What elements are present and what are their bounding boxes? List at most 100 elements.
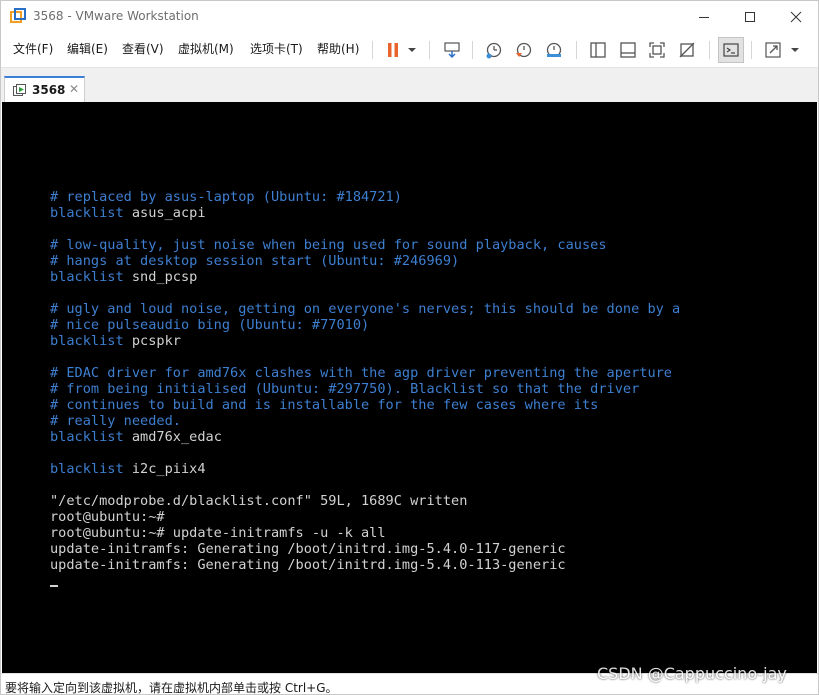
terminal-line: update-initramfs: Generating /boot/initr… <box>50 541 680 557</box>
watermark: CSDN @Cappuccino-jay <box>597 664 787 683</box>
console-view-button[interactable] <box>718 37 744 63</box>
terminal-keyword: blacklist <box>50 461 124 477</box>
terminal-comment: # really needed. <box>50 413 181 429</box>
terminal-line: # really needed. <box>50 413 680 429</box>
title-bar: 3568 - VMware Workstation <box>1 1 818 32</box>
terminal-line: # hangs at desktop session start (Ubuntu… <box>50 253 680 269</box>
status-message: 要将输入定向到该虚拟机，请在虚拟机内部单击或按 Ctrl+G。 <box>5 681 338 695</box>
terminal-text: "/etc/modprobe.d/blacklist.conf" 59L, 16… <box>50 493 468 509</box>
chevron-down-icon <box>790 47 800 53</box>
toolbar-separator <box>576 41 577 59</box>
terminal-comment: # ugly and loud noise, getting on everyo… <box>50 301 681 317</box>
keyboard-icon <box>443 41 461 59</box>
terminal-keyword: blacklist <box>50 333 124 349</box>
revert-snapshot-icon <box>515 41 533 59</box>
terminal-keyword: blacklist <box>50 269 124 285</box>
terminal-comment: # low-quality, just noise when being use… <box>50 237 607 253</box>
tab-label: 3568 <box>32 83 66 97</box>
snapshot-icon <box>485 41 503 59</box>
stretch-guest-button[interactable] <box>760 37 786 63</box>
terminal-line: # replaced by asus-laptop (Ubuntu: #1847… <box>50 189 680 205</box>
terminal-text: update-initramfs: Generating /boot/initr… <box>50 541 566 557</box>
toolbar-separator <box>372 41 373 59</box>
terminal-text: snd_pcsp <box>123 269 198 285</box>
show-library-button[interactable] <box>585 37 611 63</box>
terminal-keyword: blacklist <box>50 205 124 221</box>
toolbar-separator <box>472 41 473 59</box>
toolbar-separator <box>429 41 430 59</box>
stretch-dropdown-button[interactable] <box>785 37 805 63</box>
terminal-comment: # nice pulseaudio bing (Ubuntu: #77010) <box>50 317 370 333</box>
terminal-line: update-initramfs: Generating /boot/initr… <box>50 557 680 573</box>
pause-icon <box>385 41 401 59</box>
close-icon <box>790 11 802 23</box>
snapshot-manager-icon <box>545 41 563 59</box>
terminal-keyword: blacklist <box>50 429 124 445</box>
terminal-line: blacklist asus_acpi <box>50 205 680 221</box>
terminal-line: blacklist pcspkr <box>50 333 680 349</box>
terminal-text: update-initramfs: Generating /boot/initr… <box>50 557 566 573</box>
terminal-line: # continues to build and is installable … <box>50 397 680 413</box>
terminal-comment: # EDAC driver for amd76x clashes with th… <box>50 365 672 381</box>
terminal-text: pcspkr <box>123 333 181 349</box>
terminal-line: # EDAC driver for amd76x clashes with th… <box>50 365 680 381</box>
terminal-text: root@ubuntu:~# <box>50 509 165 525</box>
full-screen-button[interactable] <box>644 37 670 63</box>
stretch-icon <box>764 41 782 59</box>
close-button[interactable] <box>773 1 819 32</box>
revert-snapshot-button[interactable] <box>511 37 537 63</box>
toolbar-separator <box>709 41 710 59</box>
menu-edit[interactable]: 编辑(E) <box>67 41 108 57</box>
terminal-text: root@ubuntu:~# update-initramfs -u -k al… <box>50 525 386 541</box>
menu-tabs[interactable]: 选项卡(T) <box>250 41 303 57</box>
terminal-line: root@ubuntu:~# <box>50 509 680 525</box>
minimize-button[interactable] <box>681 1 727 32</box>
thumbnail-bar-button[interactable] <box>615 37 641 63</box>
toolbar-separator <box>751 41 752 59</box>
menu-file[interactable]: 文件(F) <box>13 41 53 57</box>
maximize-icon <box>744 11 756 23</box>
thumbnail-bar-icon <box>619 41 637 59</box>
minimize-icon <box>698 11 710 23</box>
terminal-text: i2c_piix4 <box>123 461 206 477</box>
snapshot-manager-button[interactable] <box>541 37 567 63</box>
menu-help[interactable]: 帮助(H) <box>317 41 359 57</box>
terminal-line: # ugly and loud noise, getting on everyo… <box>50 301 680 317</box>
unity-icon <box>678 41 696 59</box>
tab-close-icon[interactable]: ✕ <box>68 83 80 95</box>
terminal-comment: # continues to build and is installable … <box>50 397 599 413</box>
window-title: 3568 - VMware Workstation <box>33 9 199 23</box>
vm-tab-strip: 3568 ✕ <box>1 67 818 103</box>
terminal-text: asus_acpi <box>123 205 206 221</box>
terminal-line: blacklist amd76x_edac <box>50 429 680 445</box>
vm-running-icon <box>13 84 27 97</box>
terminal-output: # replaced by asus-laptop (Ubuntu: #1847… <box>50 189 680 589</box>
terminal-line: # nice pulseaudio bing (Ubuntu: #77010) <box>50 317 680 333</box>
menu-toolbar: 文件(F) 编辑(E) 查看(V) 虚拟机(M) 选项卡(T) 帮助(H) <box>1 32 818 67</box>
unity-button[interactable] <box>674 37 700 63</box>
vm-console[interactable]: # replaced by asus-laptop (Ubuntu: #1847… <box>2 102 817 673</box>
maximize-button[interactable] <box>727 1 773 32</box>
send-ctrl-alt-del-button[interactable] <box>439 37 465 63</box>
terminal-comment: # hangs at desktop session start (Ubuntu… <box>50 253 460 269</box>
terminal-cursor <box>50 585 58 587</box>
take-snapshot-button[interactable] <box>481 37 507 63</box>
console-view-icon <box>722 41 740 59</box>
terminal-line: blacklist snd_pcsp <box>50 269 680 285</box>
terminal-line: # low-quality, just noise when being use… <box>50 237 680 253</box>
terminal-text: amd76x_edac <box>123 429 222 445</box>
vmware-window: 3568 - VMware Workstation 文件(F) 编辑(E) 查看… <box>0 0 819 695</box>
terminal-comment: # from being initialised (Ubuntu: #29775… <box>50 381 640 397</box>
power-dropdown-button[interactable] <box>402 37 422 63</box>
tab-3568[interactable]: 3568 ✕ <box>4 76 85 103</box>
terminal-cursor-line <box>50 573 680 589</box>
full-screen-icon <box>648 41 666 59</box>
terminal-line: root@ubuntu:~# update-initramfs -u -k al… <box>50 525 680 541</box>
library-icon <box>589 41 607 59</box>
menu-view[interactable]: 查看(V) <box>122 41 164 57</box>
menu-vm[interactable]: 虚拟机(M) <box>178 41 234 57</box>
